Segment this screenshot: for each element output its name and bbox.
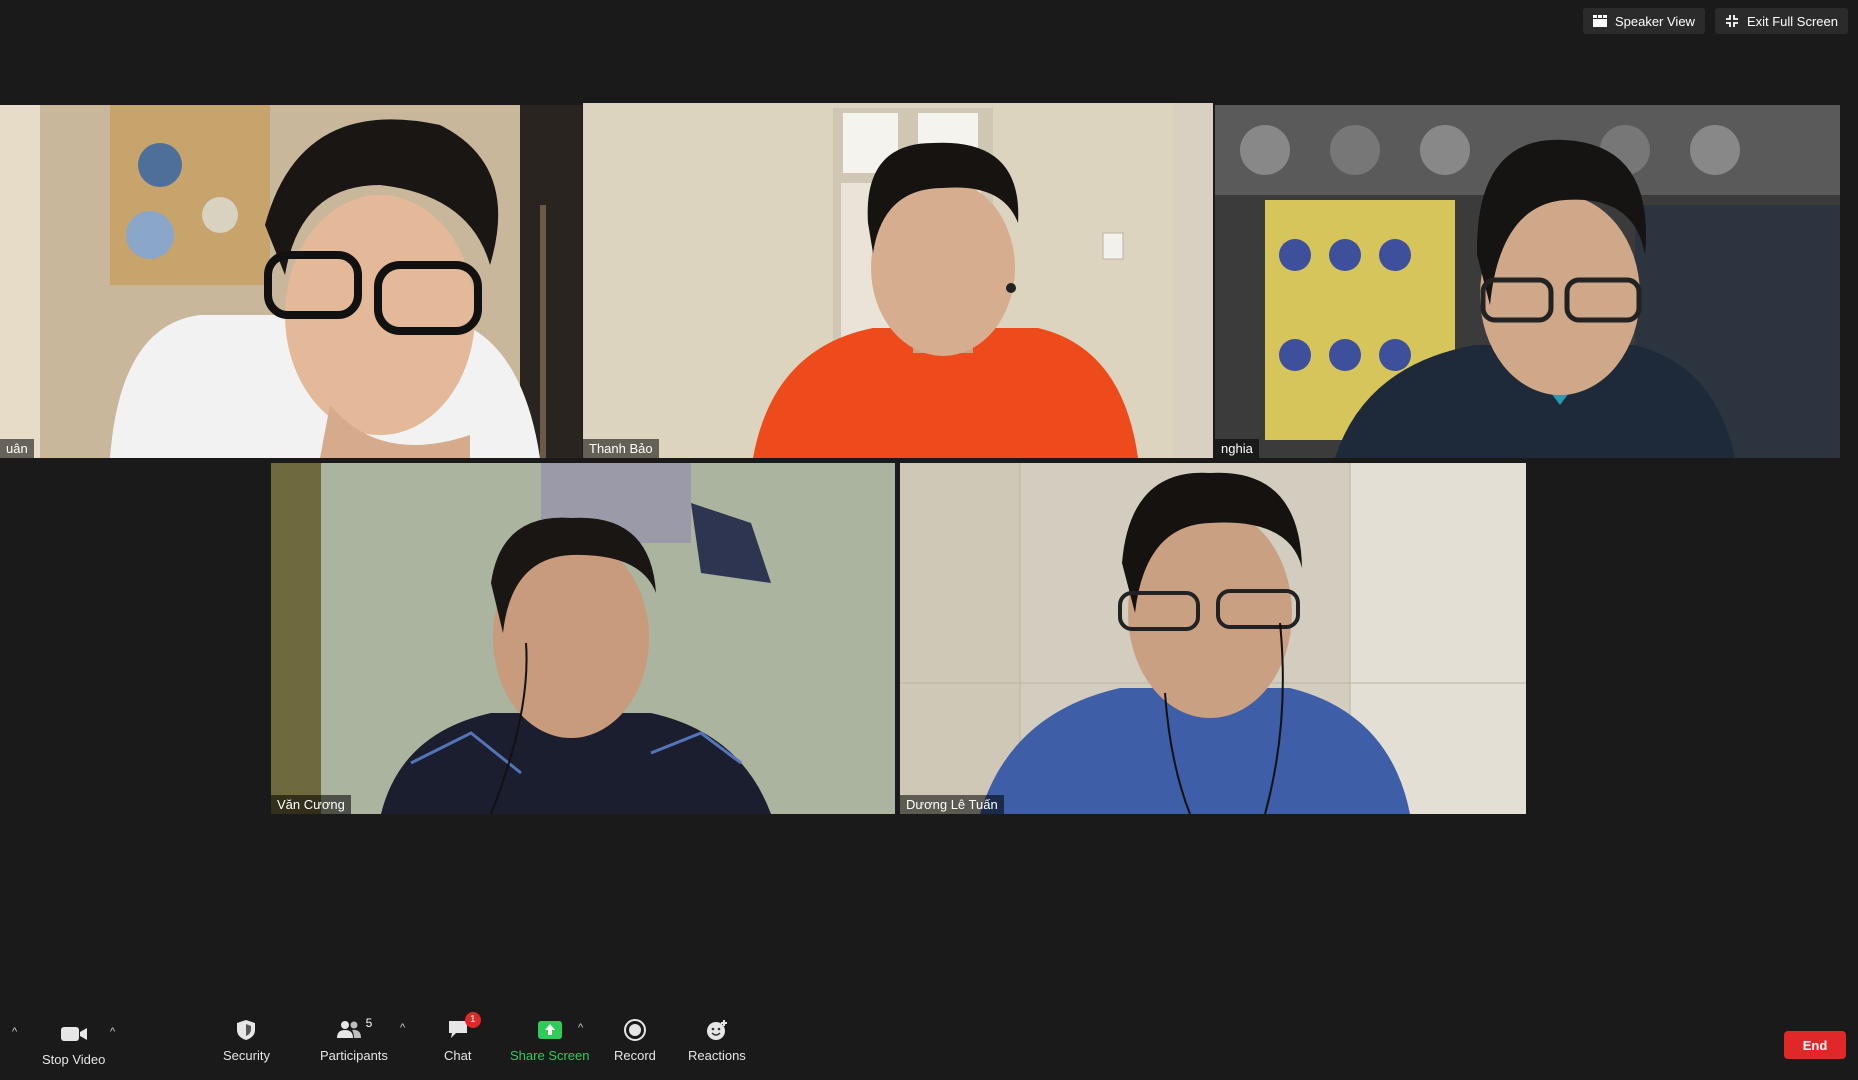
- top-controls: Speaker View Exit Full Screen: [1582, 8, 1848, 34]
- record-button[interactable]: Record: [614, 1016, 656, 1063]
- grid-icon: [1592, 15, 1607, 27]
- speaker-view-button[interactable]: Speaker View: [1582, 8, 1705, 34]
- participant-name-tag: uân: [0, 439, 34, 458]
- participants-options-caret[interactable]: ^: [400, 1022, 405, 1034]
- participant-name-tag: Thanh Bảo: [583, 439, 659, 458]
- smiley-add-icon: [705, 1016, 729, 1044]
- security-button[interactable]: Security: [223, 1016, 270, 1063]
- participant-video-feed: [0, 105, 582, 458]
- security-label: Security: [223, 1048, 270, 1063]
- video-tile-participant-3[interactable]: nghia: [1215, 105, 1840, 458]
- participant-video-feed: [1215, 105, 1840, 458]
- speaker-view-label: Speaker View: [1614, 13, 1695, 29]
- chat-label: Chat: [444, 1048, 472, 1063]
- participants-icon: [336, 1019, 362, 1042]
- participant-video-feed: [900, 463, 1526, 814]
- chat-button[interactable]: 1 Chat: [444, 1012, 481, 1063]
- participant-name-tag: nghia: [1215, 439, 1259, 458]
- meeting-toolbar: ^ Stop Video ^ Security 5 Participants ^…: [0, 1002, 1858, 1080]
- share-screen-icon: [537, 1016, 563, 1044]
- participant-video-feed: [583, 103, 1213, 458]
- video-tile-participant-2-active[interactable]: Thanh Bảo: [583, 103, 1213, 458]
- exit-fullscreen-icon: [1725, 14, 1739, 28]
- end-meeting-button[interactable]: End: [1784, 1031, 1846, 1059]
- stop-video-button[interactable]: Stop Video: [42, 1020, 105, 1067]
- reactions-button[interactable]: Reactions: [688, 1016, 746, 1063]
- participant-name-tag: Văn Cương: [271, 795, 351, 814]
- record-icon: [623, 1016, 646, 1044]
- shield-icon: [236, 1016, 256, 1044]
- zoom-meeting-window: Speaker View Exit Full Screen uân Thanh …: [0, 0, 1858, 1080]
- video-camera-icon: [60, 1020, 88, 1048]
- video-tile-participant-4[interactable]: Văn Cương: [271, 463, 895, 814]
- participants-button[interactable]: 5 Participants: [320, 1016, 388, 1063]
- participant-video-feed: [271, 463, 895, 814]
- video-options-caret[interactable]: ^: [110, 1026, 115, 1038]
- participants-count: 5: [365, 1016, 373, 1030]
- reactions-label: Reactions: [688, 1048, 746, 1063]
- video-tile-participant-5[interactable]: Dương Lê Tuấn: [900, 463, 1526, 814]
- exit-fullscreen-label: Exit Full Screen: [1746, 13, 1838, 29]
- chat-unread-badge: 1: [464, 1012, 481, 1028]
- audio-options-caret[interactable]: ^: [12, 1026, 17, 1038]
- share-screen-label: Share Screen: [510, 1048, 590, 1063]
- exit-fullscreen-button[interactable]: Exit Full Screen: [1714, 8, 1848, 34]
- video-tile-participant-1[interactable]: uân: [0, 105, 582, 458]
- record-label: Record: [614, 1048, 656, 1063]
- share-screen-options-caret[interactable]: ^: [578, 1022, 583, 1034]
- participant-name-tag: Dương Lê Tuấn: [900, 795, 1004, 814]
- stop-video-label: Stop Video: [42, 1052, 106, 1067]
- participants-label: Participants: [320, 1048, 388, 1063]
